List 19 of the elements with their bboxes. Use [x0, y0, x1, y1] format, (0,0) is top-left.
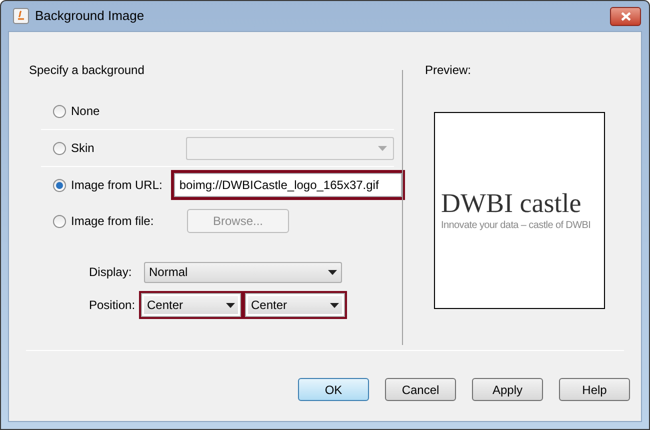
display-dropdown[interactable]: Normal	[144, 262, 342, 282]
dialog-button[interactable]: Apply	[472, 378, 543, 401]
radio-label: Image from URL:	[71, 177, 162, 194]
window-title: Background Image	[35, 7, 144, 26]
logo-title: DWBI castle	[441, 188, 582, 218]
logo-tagline: Innovate your data – castle of DWBI	[441, 219, 592, 233]
dialog-button[interactable]: Cancel	[385, 378, 456, 401]
dialog-button[interactable]: Help	[559, 378, 630, 401]
section-title: Specify a background	[29, 62, 146, 79]
position-label: Position:	[89, 297, 136, 314]
preview-label: Preview:	[425, 62, 472, 79]
radio-label: None	[71, 103, 101, 120]
display-label: Display:	[89, 264, 133, 281]
position-dropdown[interactable]: Center	[142, 294, 240, 316]
url-input-field[interactable]: boimg://DWBICastle_logo_165x37.gif	[174, 173, 402, 197]
radio-label: Skin	[71, 140, 96, 157]
position-dropdown[interactable]: Center	[246, 294, 344, 316]
radio-label: Image from file:	[71, 213, 155, 230]
dialog-button[interactable]: OK	[298, 378, 369, 401]
